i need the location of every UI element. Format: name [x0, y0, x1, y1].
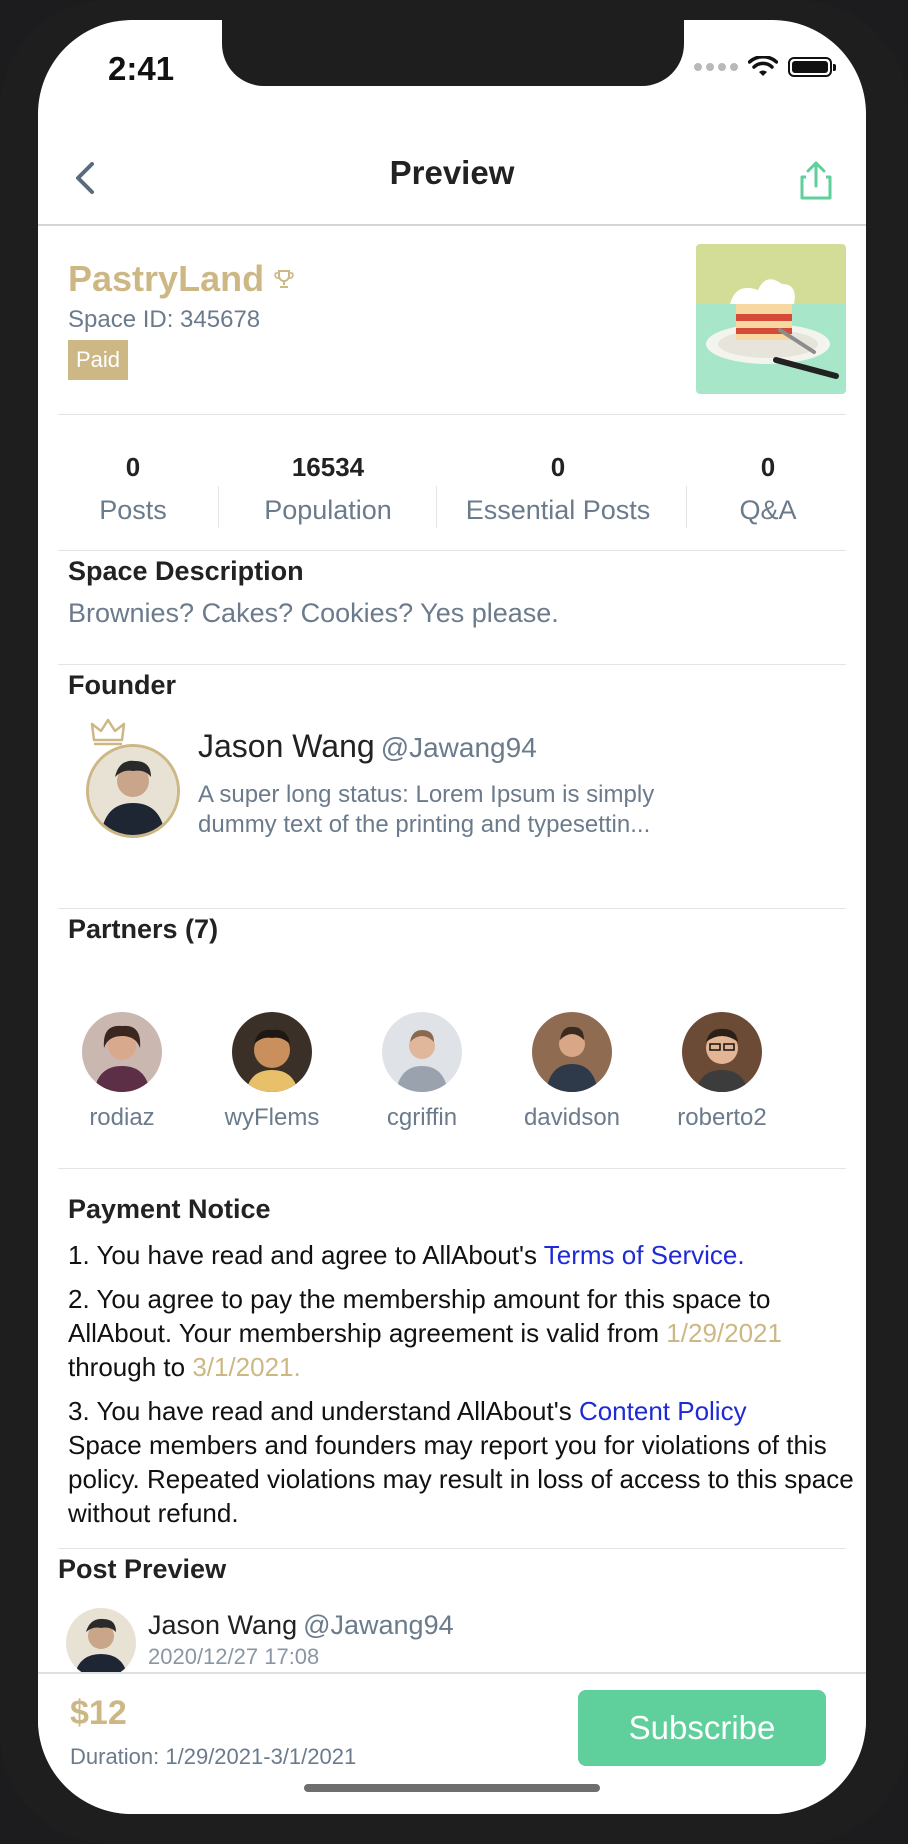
description-text: Brownies? Cakes? Cookies? Yes please.: [68, 598, 559, 628]
stat-value: 16534: [291, 452, 365, 482]
post-author[interactable]: Jason Wang @Jawang94: [148, 1610, 454, 1641]
founder-handle: @Jawang94: [380, 732, 537, 763]
notice-text: through to: [68, 1352, 193, 1382]
divider: [58, 414, 846, 415]
stat-value: 0: [550, 452, 566, 482]
partners-list[interactable]: rodiaz wyFlems cgriffin davidson roberto…: [38, 1012, 866, 1132]
post-author-name: Jason Wang: [148, 1610, 298, 1640]
partner-item[interactable]: wyFlems: [202, 1012, 342, 1132]
navbar: Preview: [38, 130, 866, 226]
trophy-icon: [274, 270, 294, 288]
partner-name: davidson: [523, 1104, 621, 1131]
stat-divider: [218, 486, 219, 528]
wifi-icon: [748, 56, 778, 76]
battery-icon: [788, 57, 836, 77]
payment-notice-1: 1. You have read and agree to AllAbout's…: [68, 1238, 858, 1272]
stat-essential-posts[interactable]: 0 Essential Posts: [438, 452, 678, 526]
avatar: [532, 1012, 612, 1092]
divider: [58, 664, 846, 665]
status-time: 2:41: [108, 50, 175, 87]
status-icons: [694, 56, 836, 78]
partner-name: wyFlems: [224, 1104, 320, 1131]
space-name-text: PastryLand: [68, 258, 265, 299]
stat-label: Posts: [99, 495, 167, 525]
stat-label: Population: [264, 495, 392, 525]
avatar: [682, 1012, 762, 1092]
divider: [58, 1548, 846, 1549]
stat-population[interactable]: 16534 Population: [228, 452, 428, 526]
stat-label: Essential Posts: [465, 495, 651, 525]
crown-icon: [90, 718, 126, 746]
divider: [58, 550, 846, 551]
subscribe-button[interactable]: Subscribe: [578, 1690, 826, 1766]
founder-avatar[interactable]: [86, 744, 180, 838]
post-timestamp: 2020/12/27 17:08: [148, 1644, 320, 1669]
founder-title: Founder: [68, 670, 176, 700]
stat-divider: [686, 486, 687, 528]
payment-notice-2: 2. You agree to pay the membership amoun…: [68, 1282, 858, 1384]
stat-value: 0: [125, 452, 141, 482]
partner-item[interactable]: davidson: [502, 1012, 642, 1132]
home-indicator[interactable]: [304, 1784, 600, 1792]
space-id: Space ID: 345678: [68, 306, 261, 333]
payment-title: Payment Notice: [68, 1194, 271, 1224]
partner-item[interactable]: cgriffin: [352, 1012, 492, 1132]
stat-divider: [436, 486, 437, 528]
space-name: PastryLand: [68, 258, 294, 300]
payment-notice-3: 3. You have read and understand AllAbout…: [68, 1394, 858, 1530]
share-icon[interactable]: [798, 160, 834, 200]
duration: Duration: 1/29/2021-3/1/2021: [70, 1744, 357, 1769]
partner-item[interactable]: roberto2: [652, 1012, 792, 1132]
notice-text: Space members and founders may report yo…: [68, 1430, 854, 1528]
page-title: Preview: [389, 154, 515, 191]
avatar: [82, 1012, 162, 1092]
notch: [222, 20, 684, 86]
avatar: [232, 1012, 312, 1092]
stat-value: 0: [760, 452, 776, 482]
stats-row: 0 Posts 16534 Population 0 Essential Pos…: [58, 452, 846, 552]
divider: [58, 1168, 846, 1169]
partners-title: Partners (7): [68, 914, 219, 944]
partner-name: roberto2: [677, 1104, 767, 1131]
description-title: Space Description: [68, 556, 304, 586]
divider: [58, 908, 846, 909]
founder-name[interactable]: Jason Wang @Jawang94: [198, 728, 537, 765]
stat-posts[interactable]: 0 Posts: [58, 452, 208, 526]
post-author-handle: @Jawang94: [303, 1610, 454, 1640]
subscribe-bar: $12 Duration: 1/29/2021-3/1/2021 Subscri…: [38, 1672, 866, 1814]
founder-status: A super long status: Lorem Ipsum is simp…: [198, 781, 655, 838]
avatar[interactable]: [66, 1608, 136, 1674]
terms-of-service-link[interactable]: Terms of Service.: [544, 1240, 745, 1270]
content-policy-link[interactable]: Content Policy: [579, 1396, 747, 1426]
space-image: [696, 244, 846, 394]
partner-name: cgriffin: [386, 1104, 458, 1131]
signal-icon: [694, 63, 738, 71]
phone-screen: 2:41 Preview PastryLand Space ID: 345678…: [38, 20, 866, 1814]
content-scroll[interactable]: PastryLand Space ID: 345678 Paid 0 Posts…: [38, 226, 866, 1674]
start-date: 1/29/2021: [666, 1318, 782, 1348]
status-badge: Paid: [68, 340, 129, 380]
price: $12: [70, 1694, 127, 1732]
partner-item[interactable]: rodiaz: [52, 1012, 192, 1132]
stat-qa[interactable]: 0 Q&A: [698, 452, 838, 526]
notice-text: 1. You have read and agree to AllAbout's: [68, 1240, 544, 1270]
avatar: [382, 1012, 462, 1092]
post-preview-title: Post Preview: [58, 1554, 227, 1584]
stat-label: Q&A: [739, 495, 797, 525]
end-date: 3/1/2021.: [192, 1352, 301, 1382]
founder-name-text: Jason Wang: [198, 728, 375, 764]
partner-name: rodiaz: [89, 1104, 155, 1131]
notice-text: 3. You have read and understand AllAbout…: [68, 1396, 579, 1426]
